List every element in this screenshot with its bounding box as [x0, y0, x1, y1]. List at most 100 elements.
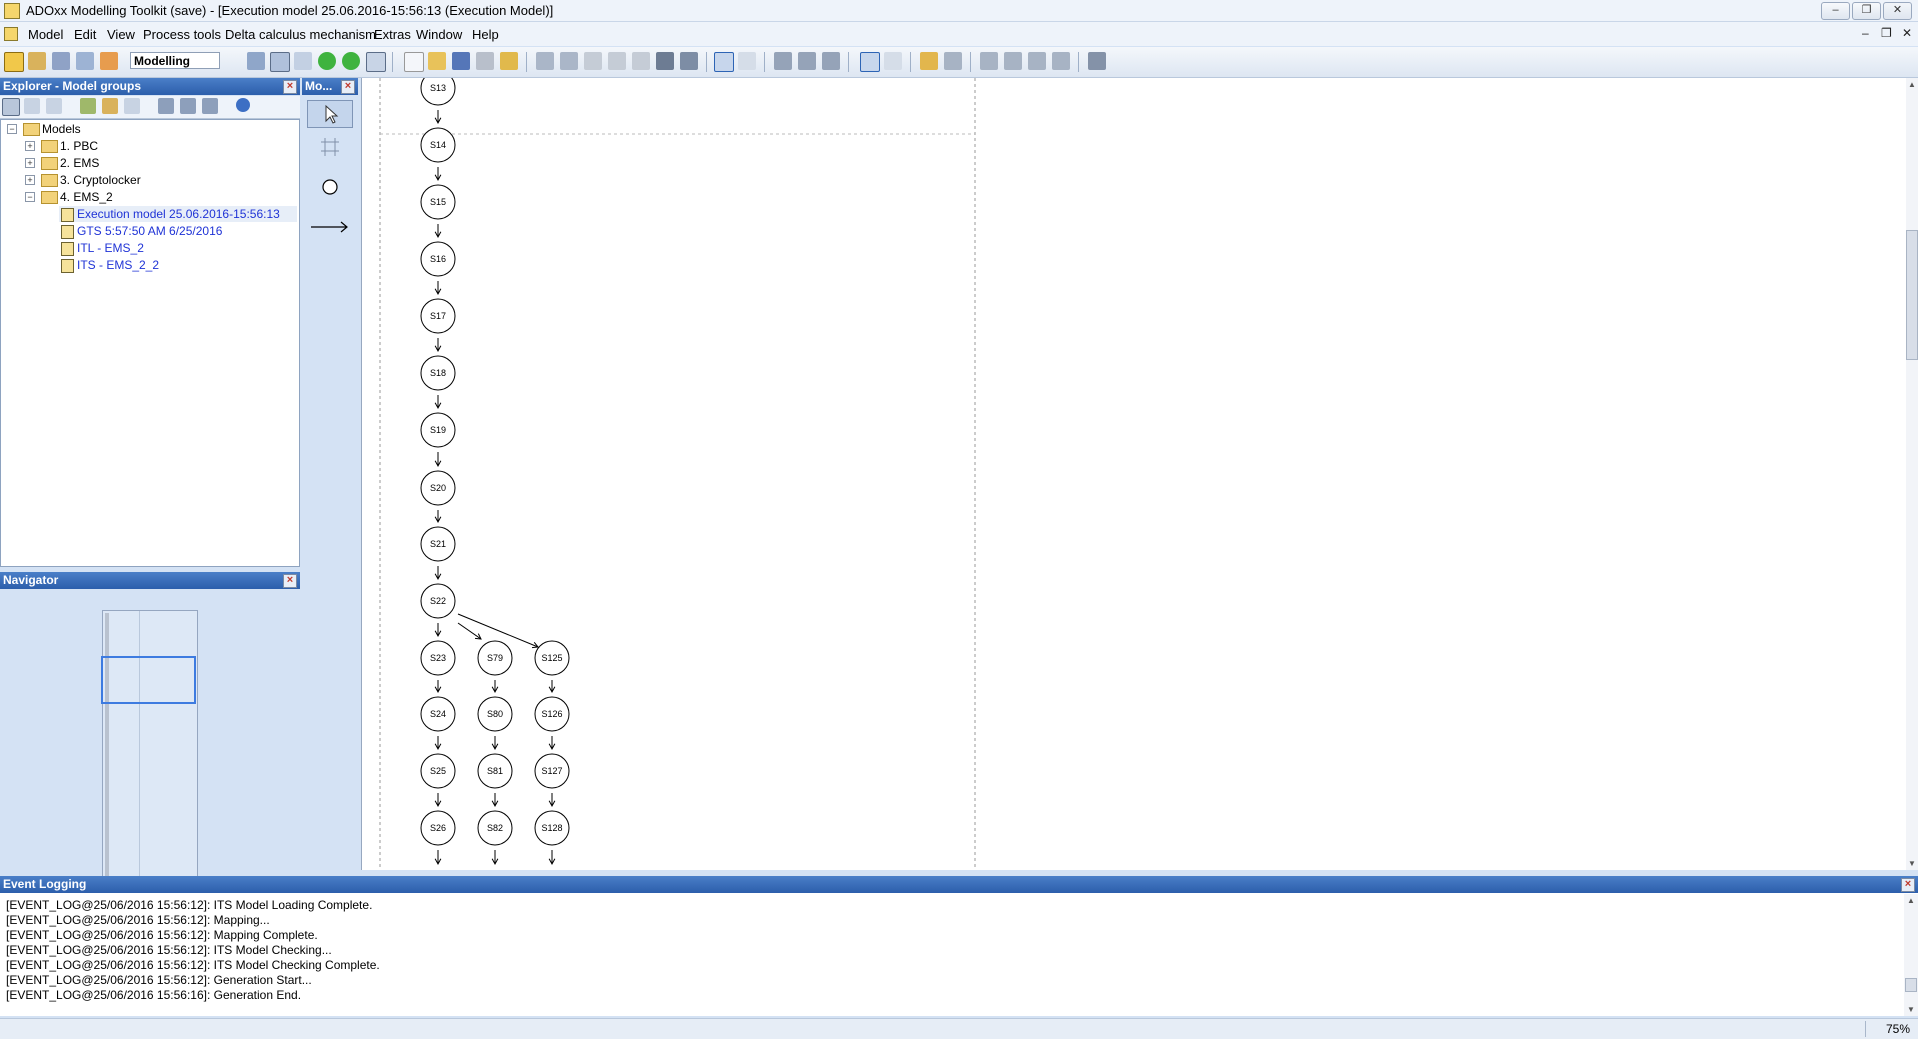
- tree-group[interactable]: + 3. Cryptolocker: [23, 172, 293, 188]
- export-icon[interactable]: [500, 52, 518, 70]
- distribute-horizontal-icon[interactable]: [1028, 52, 1046, 70]
- window-minimize-button[interactable]: –: [1821, 2, 1850, 20]
- collapse-icon[interactable]: −: [7, 124, 17, 134]
- collapse-all-icon[interactable]: [180, 98, 196, 114]
- log-vertical-scrollbar[interactable]: ▲ ▼: [1904, 894, 1918, 1016]
- help-icon[interactable]: [236, 98, 250, 112]
- transition-arrow[interactable]: [457, 622, 482, 640]
- menu-process-tools[interactable]: Process tools: [143, 27, 221, 42]
- undo-icon[interactable]: [536, 52, 554, 70]
- pointer-tool[interactable]: [307, 100, 353, 128]
- grid-icon[interactable]: [884, 52, 902, 70]
- tree-model-item[interactable]: ITS - EMS_2_2: [59, 257, 297, 273]
- menu-delta-calculus[interactable]: Delta calculus mechanism: [225, 27, 376, 42]
- expand-icon[interactable]: +: [25, 141, 35, 151]
- scrollbar-thumb[interactable]: [1905, 978, 1917, 992]
- collapse-icon[interactable]: −: [25, 192, 35, 202]
- explorer-toggle-icon[interactable]: [270, 52, 290, 72]
- align-left-icon[interactable]: [980, 52, 998, 70]
- explorer-close-button[interactable]: ×: [283, 80, 297, 94]
- tree-group[interactable]: + 2. EMS: [23, 155, 293, 171]
- state-tool[interactable]: [307, 174, 353, 202]
- save-icon[interactable]: [452, 52, 470, 70]
- menu-model[interactable]: Model: [28, 27, 63, 42]
- sort-icon[interactable]: [202, 98, 218, 114]
- zoom-in-icon[interactable]: [798, 52, 816, 70]
- event-logging-close-button[interactable]: ×: [1901, 878, 1915, 892]
- home-icon[interactable]: [247, 52, 265, 70]
- new-file-icon[interactable]: [404, 52, 424, 72]
- forward-icon[interactable]: [342, 52, 360, 70]
- back-icon[interactable]: [318, 52, 336, 70]
- clock-icon[interactable]: [366, 52, 386, 72]
- mdi-close-button[interactable]: ✕: [1902, 26, 1912, 40]
- mdi-document-icon[interactable]: [4, 27, 18, 41]
- attributes-icon[interactable]: [680, 52, 698, 70]
- refresh-icon[interactable]: [124, 98, 140, 114]
- scrollbar-thumb[interactable]: [1906, 230, 1918, 360]
- find-icon[interactable]: [656, 52, 674, 70]
- menu-edit[interactable]: Edit: [74, 27, 96, 42]
- menu-help[interactable]: Help: [472, 27, 499, 42]
- tree-model-item[interactable]: ITL - EMS_2: [59, 240, 297, 256]
- scroll-up-icon[interactable]: ▲: [1908, 80, 1916, 89]
- tree-model-item[interactable]: GTS 5:57:50 AM 6/25/2016: [59, 223, 297, 239]
- tree-root[interactable]: − Models: [5, 121, 295, 137]
- navigator-close-button[interactable]: ×: [283, 574, 297, 588]
- route-icon[interactable]: [944, 52, 962, 70]
- expand-icon[interactable]: +: [25, 175, 35, 185]
- redo-icon[interactable]: [560, 52, 578, 70]
- simulation-icon[interactable]: [76, 52, 94, 70]
- distribute-vertical-icon[interactable]: [1052, 52, 1070, 70]
- window-close-button[interactable]: ✕: [1883, 2, 1912, 20]
- hierarchy-icon[interactable]: [46, 98, 62, 114]
- layout-icon[interactable]: [1088, 52, 1106, 70]
- zoom-icon[interactable]: [774, 52, 792, 70]
- tabular-view-icon[interactable]: [738, 52, 756, 70]
- align-center-icon[interactable]: [1004, 52, 1022, 70]
- acquisition-icon[interactable]: [28, 52, 46, 70]
- window-restore-button[interactable]: ❐: [1852, 2, 1881, 20]
- state-node-label: S128: [541, 823, 562, 833]
- menu-extras[interactable]: Extras: [374, 27, 411, 42]
- group-view-icon[interactable]: [24, 98, 40, 114]
- mdi-minimize-button[interactable]: –: [1862, 26, 1869, 40]
- zoom-out-icon[interactable]: [822, 52, 840, 70]
- scroll-up-icon[interactable]: ▲: [1907, 896, 1915, 905]
- evaluation-icon[interactable]: [100, 52, 118, 70]
- copy-icon[interactable]: [608, 52, 626, 70]
- menu-window[interactable]: Window: [416, 27, 462, 42]
- open-folder-icon[interactable]: [428, 52, 446, 70]
- modelling-mode-icon[interactable]: [4, 52, 24, 72]
- paste-icon[interactable]: [632, 52, 650, 70]
- mode-combobox[interactable]: Modelling: [130, 52, 220, 69]
- diagram-vertical-scrollbar[interactable]: ▲ ▼: [1906, 78, 1918, 870]
- tree-group[interactable]: − 4. EMS_2: [23, 189, 293, 205]
- tree-model-item[interactable]: Execution model 25.06.2016-15:56:13: [59, 206, 297, 222]
- windows-icon[interactable]: [294, 52, 312, 70]
- tree-group[interactable]: + 1. PBC: [23, 138, 293, 154]
- expand-all-icon[interactable]: [158, 98, 174, 114]
- print-icon[interactable]: [476, 52, 494, 70]
- mdi-restore-button[interactable]: ❐: [1881, 26, 1892, 40]
- modelling-bar-close-button[interactable]: ×: [341, 80, 355, 94]
- scroll-down-icon[interactable]: ▼: [1907, 1005, 1915, 1014]
- chart-icon[interactable]: [80, 98, 96, 114]
- navigator-overview[interactable]: [102, 610, 198, 889]
- menu-view[interactable]: View: [107, 27, 135, 42]
- swimlane-tool[interactable]: [307, 134, 353, 162]
- cut-icon[interactable]: [584, 52, 602, 70]
- model-icon[interactable]: [102, 98, 118, 114]
- transition-tool[interactable]: [307, 214, 353, 242]
- analysis-icon[interactable]: [52, 52, 70, 70]
- scroll-down-icon[interactable]: ▼: [1908, 859, 1916, 868]
- list-view-icon[interactable]: [2, 98, 20, 116]
- connector-icon[interactable]: [920, 52, 938, 70]
- model-drawing-area[interactable]: S13 S14 S15 S16 S17 S18 S19 S20 S21 S22 S23 S24 S25 S…: [361, 78, 1907, 870]
- log-line: [EVENT_LOG@25/06/2016 15:56:12]: ITS Mod…: [6, 943, 332, 957]
- grid-snap-icon[interactable]: [860, 52, 880, 72]
- graphical-view-icon[interactable]: [714, 52, 734, 72]
- navigator-viewport[interactable]: [101, 656, 196, 704]
- expand-icon[interactable]: +: [25, 158, 35, 168]
- state-node-label: S22: [430, 596, 446, 606]
